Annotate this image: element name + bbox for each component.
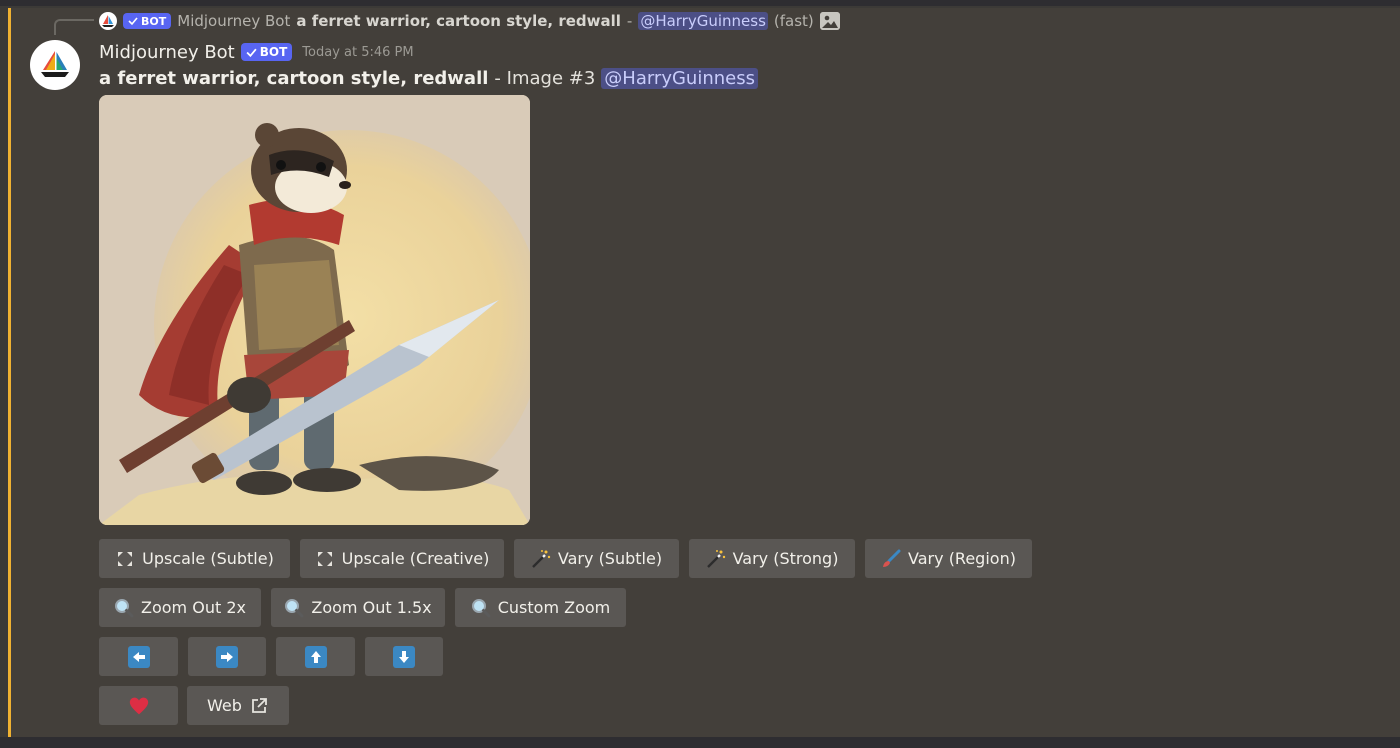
magic-wand-icon (531, 549, 551, 569)
reply-separator: - (626, 12, 633, 30)
vary-region-button[interactable]: Vary (Region) (865, 539, 1032, 578)
web-link-button[interactable]: Web (187, 686, 289, 725)
image-number: - Image #3 (494, 67, 596, 89)
reply-mention[interactable]: @HarryGuinness (638, 12, 768, 30)
upscale-subtle-label: Upscale (Subtle) (142, 549, 274, 568)
magic-wand-icon (706, 549, 726, 569)
zoom-out-2x-button[interactable]: Zoom Out 2x (99, 588, 261, 627)
reply-author[interactable]: Midjourney Bot (177, 12, 290, 30)
upscale-subtle-button[interactable]: Upscale (Subtle) (99, 539, 290, 578)
arrow-down-icon (393, 645, 415, 668)
zoom-out-2x-label: Zoom Out 2x (141, 598, 246, 617)
message-mention[interactable]: @HarryGuinness (601, 67, 758, 89)
checkmark-icon (128, 17, 138, 26)
bot-tag: BOT (240, 43, 293, 61)
magnifier-icon (471, 598, 491, 618)
vary-strong-button[interactable]: Vary (Strong) (689, 539, 855, 578)
pan-down-button[interactable] (365, 637, 443, 676)
expand-icon (115, 549, 135, 569)
magnifier-icon (284, 598, 304, 618)
pan-right-button[interactable] (188, 637, 266, 676)
arrow-up-icon (304, 645, 327, 668)
vary-strong-label: Vary (Strong) (732, 549, 839, 568)
reply-bot-tag: BOT (123, 13, 172, 29)
author-avatar[interactable] (30, 40, 80, 90)
paintbrush-icon (881, 549, 901, 569)
reply-spine (54, 19, 94, 35)
reply-reference[interactable]: BOT Midjourney Bot a ferret warrior, car… (99, 10, 840, 32)
bottom-border (0, 737, 1400, 748)
external-link-icon (249, 696, 269, 716)
magnifier-icon (114, 598, 134, 618)
bot-label: BOT (259, 45, 288, 59)
reply-bot-label: BOT (141, 14, 167, 28)
message-content: a ferret warrior, cartoon style, redwall… (99, 66, 758, 90)
web-link-label: Web (207, 696, 242, 715)
favorite-button[interactable] (99, 686, 178, 725)
reply-speed: (fast) (773, 12, 814, 30)
timestamp[interactable]: Today at 5:46 PM (302, 45, 413, 60)
zoom-out-1-5x-button[interactable]: Zoom Out 1.5x (271, 588, 445, 627)
vary-subtle-button[interactable]: Vary (Subtle) (514, 539, 679, 578)
generated-image[interactable] (99, 95, 530, 525)
reply-avatar[interactable] (99, 12, 117, 30)
reply-prompt: a ferret warrior, cartoon style, redwall (296, 12, 621, 30)
upscale-creative-button[interactable]: Upscale (Creative) (300, 539, 504, 578)
image-icon[interactable] (819, 12, 840, 30)
checkmark-icon (246, 48, 257, 57)
expand-icon (315, 549, 335, 569)
heart-icon (129, 696, 149, 716)
upscale-creative-label: Upscale (Creative) (341, 549, 490, 568)
pan-up-button[interactable] (276, 637, 355, 676)
author-name[interactable]: Midjourney Bot (99, 42, 235, 63)
pan-left-button[interactable] (99, 637, 178, 676)
sailboat-logo-icon (41, 51, 69, 77)
vary-region-label: Vary (Region) (908, 549, 1016, 568)
discord-message-view: BOT Midjourney Bot a ferret warrior, car… (0, 0, 1400, 748)
custom-zoom-label: Custom Zoom (497, 598, 611, 617)
ferret-warrior-illustration (99, 95, 530, 525)
message-header: Midjourney Bot BOT Today at 5:46 PM (99, 40, 414, 64)
custom-zoom-button[interactable]: Custom Zoom (455, 588, 626, 627)
message-prompt: a ferret warrior, cartoon style, redwall (99, 67, 489, 89)
mention-highlight-bar (8, 8, 11, 738)
vary-subtle-label: Vary (Subtle) (557, 549, 663, 568)
zoom-out-1-5x-label: Zoom Out 1.5x (311, 598, 432, 617)
top-border (0, 0, 1400, 6)
arrow-right-icon (216, 645, 238, 668)
arrow-left-icon (127, 645, 150, 668)
sailboat-icon (102, 15, 114, 27)
